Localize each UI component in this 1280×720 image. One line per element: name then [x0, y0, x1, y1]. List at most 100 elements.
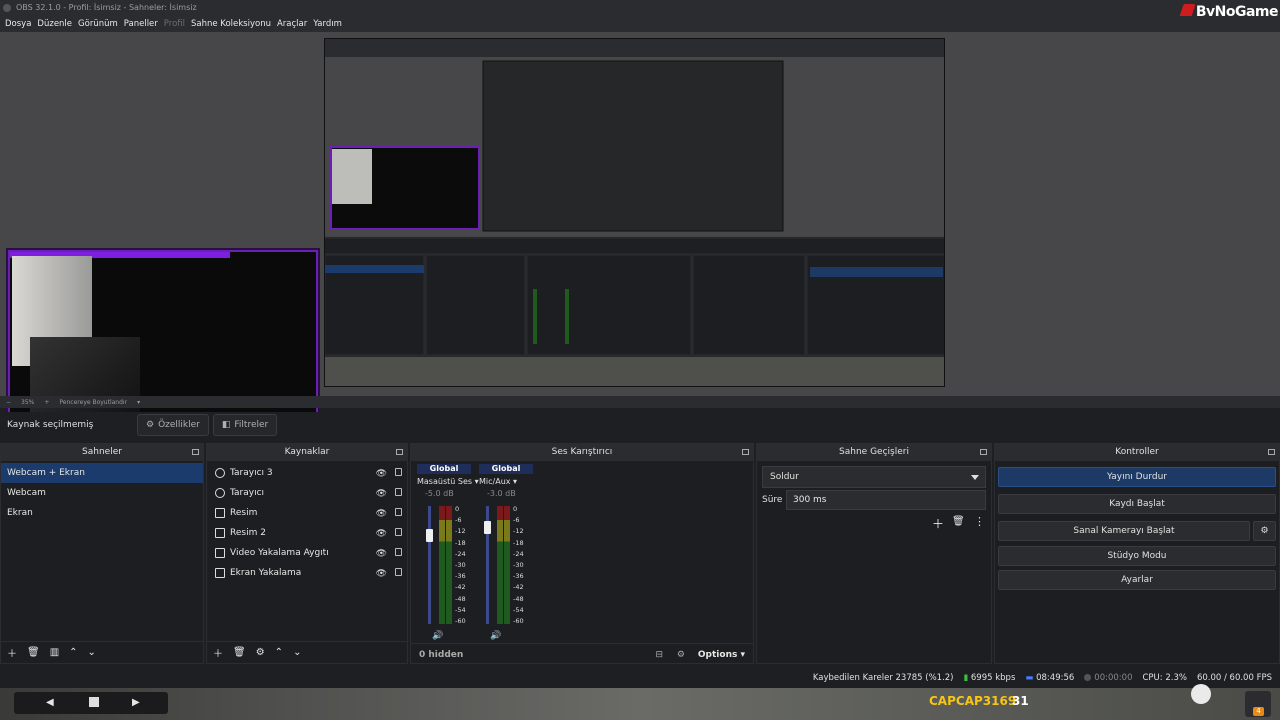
scene-item[interactable]: Ekran	[1, 503, 203, 523]
add-icon[interactable]: ＋	[213, 645, 223, 660]
visibility-eye-icon[interactable]: 👁	[376, 569, 387, 579]
bitrate: ▮ 6995 kbps	[963, 673, 1016, 683]
menu-docks[interactable]: Paneller	[121, 16, 161, 32]
resize-select[interactable]: Pencereye Boyutlandır	[59, 399, 127, 406]
speaker-icon[interactable]: 🔊	[490, 631, 501, 641]
monitor-icon	[215, 568, 225, 578]
mixer-meters: 0 -6 -12 -18 -24 -30 -36 -42 -48 -54 -60 0 -6 -12 -18…	[411, 464, 524, 644]
menu-edit[interactable]: Düzenle	[34, 16, 75, 32]
trash-icon[interactable]: 🗑	[233, 647, 246, 658]
undock-icon[interactable]	[980, 449, 987, 455]
chevron-down-icon[interactable]: ▾	[137, 399, 140, 406]
stream-overlay-strip: ◀ ▶ CAPCAP3169 31 4	[0, 684, 1280, 720]
menu-tools[interactable]: Araçlar	[274, 16, 310, 32]
layout-icon[interactable]: ⊟	[655, 650, 663, 660]
options-button[interactable]: Options ▾	[698, 650, 745, 660]
source-item[interactable]: Video Yakalama Aygıtı 👁	[207, 543, 407, 563]
move-up-icon[interactable]: ⌃	[69, 647, 77, 658]
scene-filter-icon[interactable]: ▥	[50, 647, 59, 658]
mic-fader-knob[interactable]	[484, 521, 491, 534]
undock-icon[interactable]	[396, 449, 403, 455]
streamer-number: 31	[1012, 694, 1029, 708]
desktop-meter	[439, 506, 445, 624]
move-up-icon[interactable]: ⌃	[275, 647, 283, 658]
visibility-eye-icon[interactable]: 👁	[376, 529, 387, 539]
properties-button[interactable]: ⚙ Özellikler	[137, 414, 209, 436]
image-icon	[215, 528, 225, 538]
sources-title: Kaynaklar	[207, 444, 407, 461]
add-icon[interactable]: ＋	[7, 645, 17, 660]
scene-item[interactable]: Webcam	[1, 483, 203, 503]
visibility-eye-icon[interactable]: 👁	[376, 489, 387, 499]
desktop-meter	[446, 506, 452, 624]
more-icon[interactable]: ⋮	[974, 515, 985, 528]
menu-view[interactable]: Görünüm	[75, 16, 121, 32]
source-item[interactable]: Resim 2 👁	[207, 523, 407, 543]
previous-icon[interactable]: ◀	[46, 697, 54, 708]
source-item[interactable]: Tarayıcı 👁	[207, 483, 407, 503]
zoom-in-button[interactable]: +	[44, 399, 49, 406]
menu-scene-collection[interactable]: Sahne Koleksiyonu	[188, 16, 274, 32]
stop-stream-button[interactable]: Yayını Durdur	[998, 467, 1276, 487]
desktop-fader-knob[interactable]	[426, 529, 433, 542]
audio-mixer-dock: Ses Karıştırıcı Global Masaüstü Ses ▾ -5…	[410, 443, 754, 664]
start-virtual-camera-button[interactable]: Sanal Kamerayı Başlat	[998, 521, 1250, 541]
move-down-icon[interactable]: ⌄	[88, 647, 96, 658]
source-toolbar: Kaynak seçilmemiş ⚙ Özellikler ◧ Filtrel…	[0, 412, 1280, 438]
duration-field[interactable]: 300 ms	[786, 490, 986, 510]
source-item[interactable]: Resim 👁	[207, 503, 407, 523]
lock-icon[interactable]	[395, 468, 402, 476]
start-recording-button[interactable]: Kaydı Başlat	[998, 494, 1276, 514]
add-icon[interactable]: ＋	[932, 515, 944, 532]
preview-zoom-bar: − 35% + Pencereye Boyutlandır ▾	[0, 396, 1280, 408]
stop-icon[interactable]	[89, 697, 99, 707]
meter-scale: 0 -6 -12 -18 -24 -30 -36 -42 -48 -54 -60	[513, 505, 524, 626]
speaker-icon[interactable]: 🔊	[432, 631, 443, 641]
source-item[interactable]: Ekran Yakalama 👁	[207, 563, 407, 583]
lock-icon[interactable]	[395, 488, 402, 496]
gear-icon[interactable]: ⚙	[256, 647, 265, 658]
menu-profile[interactable]: Profil	[161, 16, 188, 32]
trash-icon[interactable]: 🗑	[27, 647, 40, 658]
transition-select[interactable]: Soldur	[762, 466, 986, 488]
lock-icon[interactable]	[395, 568, 402, 576]
settings-button[interactable]: Ayarlar	[998, 570, 1276, 590]
advanced-audio-icon[interactable]: ⚙	[677, 650, 685, 660]
duration-label: Süre	[762, 495, 783, 505]
menu-file[interactable]: Dosya	[2, 16, 34, 32]
filters-button[interactable]: ◧ Filtreler	[212, 414, 278, 436]
undock-icon[interactable]	[192, 449, 199, 455]
window-title: OBS 32.1.0 - Profil: İsimsiz - Sahneler:…	[16, 3, 197, 12]
sources-toolbar: ＋ 🗑 ⚙ ⌃ ⌄	[207, 641, 407, 663]
desktop-fader[interactable]	[428, 506, 431, 624]
visibility-eye-icon[interactable]: 👁	[376, 509, 387, 519]
hidden-count[interactable]: 0 hidden	[419, 650, 463, 660]
source-item[interactable]: Tarayıcı 3 👁	[207, 463, 407, 483]
zoom-level: 35%	[21, 398, 35, 406]
move-down-icon[interactable]: ⌄	[293, 647, 301, 658]
studio-mode-button[interactable]: Stüdyo Modu	[998, 546, 1276, 566]
undock-icon[interactable]	[742, 449, 749, 455]
streamer-name: CAPCAP3169	[929, 694, 1017, 708]
media-player: ◀ ▶	[14, 692, 168, 714]
lock-icon[interactable]	[395, 528, 402, 536]
trash-icon[interactable]: 🗑	[952, 516, 965, 527]
lock-icon[interactable]	[395, 508, 402, 516]
scenes-title: Sahneler	[1, 444, 203, 461]
gear-icon: ⚙	[1260, 526, 1269, 536]
mixer-footer: 0 hidden ⊟ ⚙ Options ▾	[411, 643, 753, 665]
visibility-eye-icon[interactable]: 👁	[376, 549, 387, 559]
browser-icon	[215, 488, 225, 498]
lock-icon[interactable]	[395, 548, 402, 556]
next-icon[interactable]: ▶	[132, 697, 140, 708]
menu-help[interactable]: Yardım	[310, 16, 345, 32]
record-timer: 00:00:00	[1084, 673, 1132, 683]
zoom-out-button[interactable]: −	[6, 399, 11, 406]
visibility-eye-icon[interactable]: 👁	[376, 469, 387, 479]
undock-icon[interactable]	[1268, 449, 1275, 455]
preview-canvas[interactable]	[0, 32, 1280, 424]
filter-icon: ◧	[221, 420, 231, 430]
virtual-camera-settings-button[interactable]: ⚙	[1253, 521, 1276, 541]
obs-logo-icon	[3, 4, 11, 12]
scene-item[interactable]: Webcam + Ekran	[1, 463, 203, 483]
